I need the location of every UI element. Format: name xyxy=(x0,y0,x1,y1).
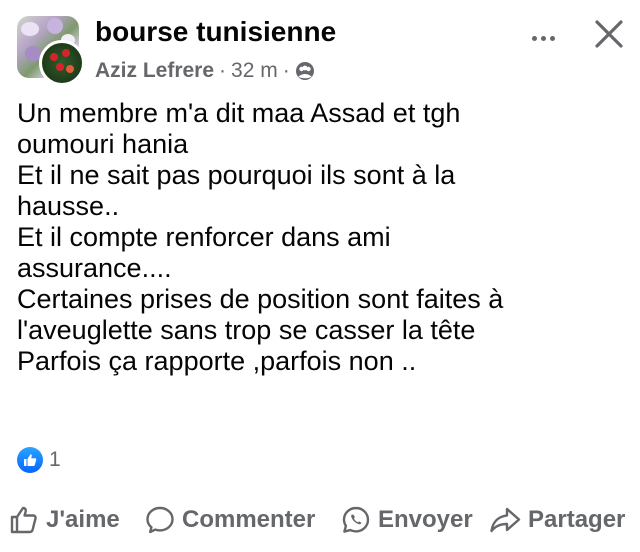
post-meta: Aziz Lefrere · 32 m · xyxy=(95,58,315,84)
avatar-flower xyxy=(62,49,70,57)
reaction-count: 1 xyxy=(49,448,61,471)
reaction-summary[interactable]: 1 xyxy=(17,446,61,474)
post-text-line: Et il compte renforcer dans ami xyxy=(17,222,391,252)
post-text-line: oumouri hania xyxy=(17,129,189,159)
author-name[interactable]: Aziz Lefrere xyxy=(95,59,214,83)
more-options-icon xyxy=(549,35,555,41)
share-button[interactable]: Partager xyxy=(488,500,625,540)
thumbs-up-outline-icon xyxy=(10,506,37,534)
avatar-stack[interactable] xyxy=(17,16,85,86)
post-text-line: assurance.... xyxy=(17,253,172,283)
thumbs-up-icon xyxy=(24,454,37,466)
avatar-flower xyxy=(66,65,74,73)
group-audience-icon xyxy=(295,62,314,80)
group-name[interactable]: bourse tunisienne xyxy=(95,16,336,48)
post-text-line: hausse.. xyxy=(17,191,120,221)
comment-icon xyxy=(146,506,174,534)
post-card: bourse tunisienne Aziz Lefrere · 32 m · … xyxy=(0,0,640,552)
post-text-line: Et il ne sait pas pourquoi ils sont à la xyxy=(17,160,456,190)
post-text-line: Parfois ça rapporte ,parfois non .. xyxy=(17,346,417,376)
whatsapp-icon xyxy=(342,506,370,533)
like-label: J'aime xyxy=(46,506,120,533)
flower-petal xyxy=(47,18,63,34)
post-text-line: l'aveuglette sans trop se casser la tête xyxy=(17,315,476,345)
post-text-line: Certaines prises de position sont faites… xyxy=(17,284,504,314)
more-options-icon xyxy=(540,35,546,41)
user-avatar[interactable] xyxy=(39,40,85,86)
post-timestamp[interactable]: 32 m xyxy=(231,59,278,83)
close-icon[interactable] xyxy=(591,16,627,52)
more-options-button[interactable] xyxy=(525,24,561,52)
post-header: bourse tunisienne Aziz Lefrere · 32 m · xyxy=(17,16,623,86)
post-text: Un membre m'a dit maa Assad et tgh oumou… xyxy=(17,98,617,377)
comment-button[interactable]: Commenter xyxy=(144,500,315,540)
send-button[interactable]: Envoyer xyxy=(340,500,473,540)
post-text-line: Un membre m'a dit maa Assad et tgh xyxy=(17,98,461,128)
like-button[interactable]: J'aime xyxy=(8,500,120,540)
flower-petal xyxy=(21,22,39,36)
more-options-icon xyxy=(531,35,537,41)
share-label: Partager xyxy=(528,506,626,533)
share-arrow-icon xyxy=(490,507,521,533)
like-reaction-icon xyxy=(17,447,43,473)
meta-separator: · xyxy=(219,59,227,82)
meta-separator: · xyxy=(282,59,290,82)
action-bar: J'aime Commenter Envoyer Partager xyxy=(0,500,640,540)
avatar-flower xyxy=(56,63,64,71)
send-label: Envoyer xyxy=(378,506,473,533)
comment-label: Commenter xyxy=(182,506,316,533)
avatar-flower xyxy=(50,53,58,61)
